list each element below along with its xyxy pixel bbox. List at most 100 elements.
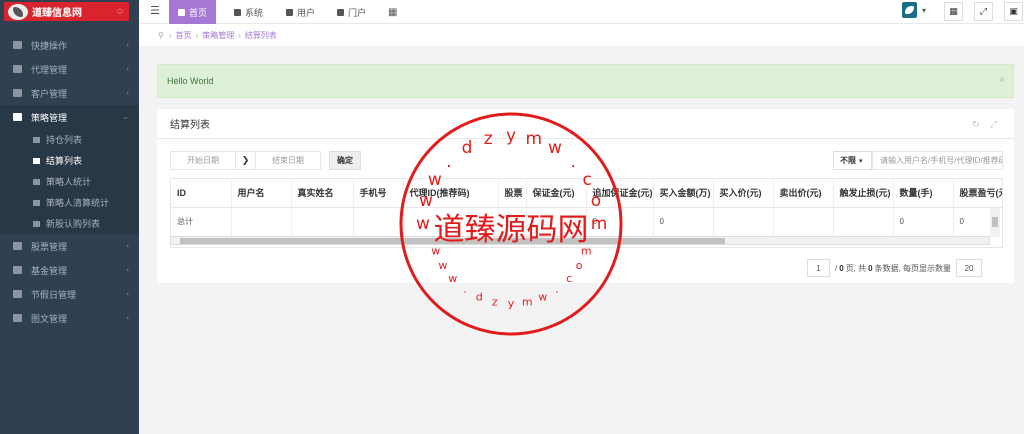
sidebar-item-label: 快捷操作 <box>31 40 68 51</box>
filter-select[interactable]: 不限 ▾ <box>833 151 872 170</box>
fullscreen-icon[interactable]: ⤢ <box>990 119 997 130</box>
location-icon: ⚲ <box>158 30 164 40</box>
sidebar-item-stocks[interactable]: 股票管理 ‹ <box>0 234 139 258</box>
alert-message: Hello World <box>167 76 214 86</box>
tab-label: 系统 <box>245 7 264 18</box>
sidebar-item-label: 节假日管理 <box>31 289 77 300</box>
pagination: 1 / 0 页, 共 0 条数据, 每页显示数量 20 <box>807 259 983 277</box>
search-input[interactable]: 请输入用户名/手机号/代理ID/推荐码 <box>872 151 1003 170</box>
column-header[interactable]: 股票 <box>498 179 527 208</box>
stamp-ring-letter: z <box>492 295 498 308</box>
sidebar-subitem-label: 策略人清算统计 <box>46 198 110 208</box>
breadcrumb-current: 结算列表 <box>244 30 277 40</box>
sidebar-item-funds[interactable]: 基金管理 ‹ <box>0 258 139 282</box>
tab-label: 用户 <box>297 7 316 18</box>
logo-bar: 道臻信息网 ◌ <box>0 0 139 24</box>
scrollbar-thumb[interactable] <box>180 238 725 244</box>
list-icon <box>33 136 40 143</box>
column-header[interactable]: 保证金(元) <box>526 179 587 208</box>
column-header[interactable]: 买入金额(万) <box>653 179 714 208</box>
stamp-ring-letter: w <box>538 291 547 304</box>
chevron-left-icon: ‹ <box>126 265 129 274</box>
column-header[interactable]: 触发止损(元) <box>833 179 894 208</box>
tab-apps[interactable]: ▦ <box>379 0 406 24</box>
tab-users[interactable]: 用户 <box>277 0 324 24</box>
sidebar-subitem-strategist-stats[interactable]: 策略人统计 <box>0 171 139 192</box>
confirm-button[interactable]: 确定 <box>329 151 361 170</box>
table-cell: 0 <box>893 207 954 236</box>
sidebar-subitem-ipo[interactable]: 新股认购列表 <box>0 213 139 234</box>
column-header[interactable]: 手机号 <box>353 179 404 208</box>
sidebar-item-quick-ops[interactable]: 快捷操作 ‹ <box>0 33 139 57</box>
scrollbar-thumb[interactable] <box>992 217 998 227</box>
close-icon[interactable]: × <box>999 75 1005 86</box>
user-icon <box>13 89 22 97</box>
vertical-scrollbar[interactable] <box>990 208 1000 237</box>
column-header[interactable]: 用户名 <box>231 179 292 208</box>
chevron-left-icon: ‹ <box>126 88 129 97</box>
logo-emblem-icon <box>8 3 28 20</box>
fullscreen-button[interactable]: ⤢ <box>974 2 993 21</box>
sidebar: 道臻信息网 ◌ 快捷操作 ‹ 代理管理 ‹ 客户管理 ‹ 策略管理 ⌄ 持仓列表 <box>0 0 139 434</box>
pager-text: 页, 共 <box>845 263 867 273</box>
article-icon <box>13 314 22 322</box>
caret-down-icon: ▾ <box>859 157 863 165</box>
table-cell <box>231 207 292 236</box>
tab-system[interactable]: 系统 <box>225 0 272 24</box>
start-date-input[interactable]: 开始日期 <box>170 151 236 170</box>
column-header[interactable]: 真实姓名 <box>291 179 354 208</box>
trash-button[interactable]: ▦ <box>944 2 963 21</box>
column-header[interactable]: 数量(手) <box>893 179 954 208</box>
sidebar-item-holidays[interactable]: 节假日管理 ‹ <box>0 282 139 306</box>
logo[interactable]: 道臻信息网 <box>4 2 129 21</box>
menu-toggle-icon[interactable]: ☰ <box>150 4 160 17</box>
topbar: ☰ 首页 系统 用户 门户 ▦ ▾ ▦ ⤢ ▣ <box>139 0 1024 24</box>
logo-text: 道臻信息网 <box>32 8 82 19</box>
folder-icon <box>13 41 22 49</box>
sidebar-subitem-label: 新股认购列表 <box>46 219 101 229</box>
stamp-ring-letter: m <box>522 295 533 308</box>
sidebar-item-strategy[interactable]: 策略管理 ⌄ <box>0 105 139 129</box>
window-icon: ▣ <box>1009 6 1018 16</box>
column-header[interactable]: 代理ID(推荐码) <box>403 179 499 208</box>
page-size-input[interactable]: 20 <box>956 259 983 277</box>
column-header[interactable]: 追加保证金(元) <box>586 179 654 208</box>
breadcrumb-level1[interactable]: 策略管理 <box>202 30 234 41</box>
pager-text: 条数据, 每页显示数量 <box>874 263 952 273</box>
page-input[interactable]: 1 <box>807 259 830 277</box>
table-cell: 0 <box>653 207 714 236</box>
success-alert: Hello World × <box>157 64 1014 98</box>
table-cell: 总计 <box>171 207 232 236</box>
sidebar-item-customer[interactable]: 客户管理 ‹ <box>0 81 139 105</box>
total-pages: 0 <box>839 263 844 273</box>
breadcrumb-home[interactable]: 首页 <box>176 30 192 41</box>
column-header[interactable]: 股票盈亏(元) <box>953 179 1002 208</box>
column-header[interactable]: 卖出价(元) <box>773 179 834 208</box>
sidebar-subitem-label: 结算列表 <box>46 156 83 166</box>
avatar[interactable] <box>902 2 917 18</box>
column-header[interactable]: ID <box>171 179 232 208</box>
caret-down-icon[interactable]: ▾ <box>922 6 926 15</box>
tab-label: 门户 <box>348 7 367 18</box>
table-cell <box>353 207 404 236</box>
sidebar-subitem-clearing-stats[interactable]: 策略人清算统计 <box>0 192 139 213</box>
tab-label: 首页 <box>189 7 208 18</box>
sidebar-item-agent[interactable]: 代理管理 ‹ <box>0 57 139 81</box>
sidebar-subitem-positions[interactable]: 持仓列表 <box>0 129 139 150</box>
table-cell <box>526 207 587 236</box>
refresh-icon[interactable]: ↻ <box>972 119 980 130</box>
column-header[interactable]: 买入价(元) <box>713 179 774 208</box>
sidebar-subitem-settlements[interactable]: 结算列表 <box>0 150 139 171</box>
end-date-input[interactable]: 结束日期 <box>255 151 321 170</box>
window-button[interactable]: ▣ <box>1004 2 1023 21</box>
sidebar-item-articles[interactable]: 图文管理 ‹ <box>0 306 139 330</box>
theme-drop-icon[interactable]: ◌ <box>117 6 123 17</box>
breadcrumb: ⚲ › 首页 › 策略管理 › 结算列表 <box>139 24 1024 46</box>
date-filter: 开始日期 ❯ 结束日期 确定 <box>170 151 361 170</box>
horizontal-scrollbar[interactable] <box>170 236 990 245</box>
expand-icon: ⤢ <box>979 6 988 16</box>
sidebar-item-label: 代理管理 <box>31 64 68 75</box>
tab-home[interactable]: 首页 <box>169 0 217 24</box>
tab-portal[interactable]: 门户 <box>328 0 375 24</box>
trash-icon: ▦ <box>949 6 958 16</box>
